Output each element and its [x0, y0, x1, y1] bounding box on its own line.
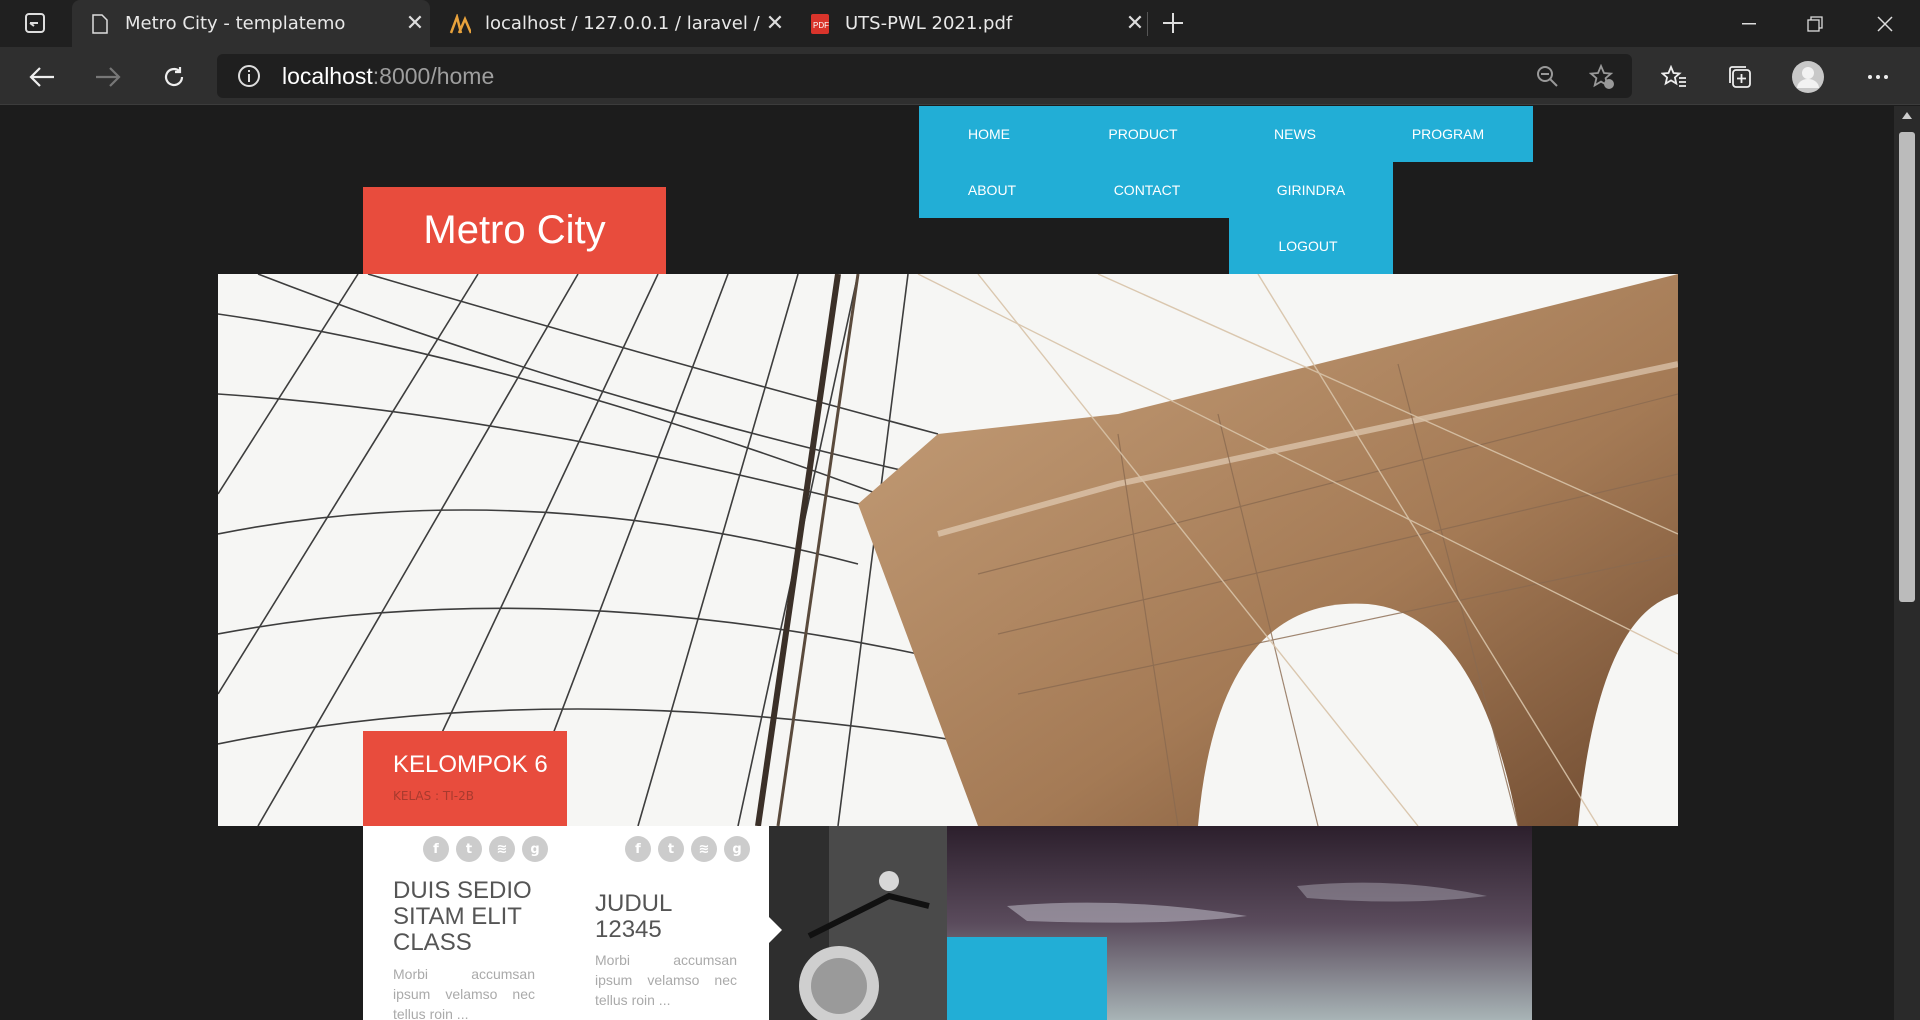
menu-girindra[interactable]: GIRINDRA: [1231, 162, 1391, 218]
scroll-up-arrow[interactable]: [1902, 112, 1912, 119]
close-window-button[interactable]: [1852, 0, 1918, 47]
tab-phpmyadmin[interactable]: localhost / 127.0.0.1 / laravel / us ✕: [432, 0, 790, 47]
menu-home[interactable]: HOME: [909, 106, 1069, 162]
reload-button[interactable]: [154, 57, 194, 97]
browser-toolbar: localhost:8000/home: [0, 47, 1920, 105]
page-icon: [89, 13, 111, 35]
web-page: HOME PRODUCT NEWS PROGRAM ABOUT CONTACT …: [0, 106, 1894, 1020]
blue-tile[interactable]: [947, 937, 1107, 1020]
menu-about[interactable]: ABOUT: [912, 162, 1072, 218]
forward-button[interactable]: [88, 57, 128, 97]
profile-avatar[interactable]: [1788, 57, 1828, 97]
twitter-icon[interactable]: t: [456, 836, 482, 862]
close-tab-icon[interactable]: ✕: [760, 11, 790, 36]
tab-title: localhost / 127.0.0.1 / laravel / us: [485, 13, 760, 34]
phpmyadmin-icon: [449, 13, 471, 35]
tab-pdf[interactable]: PDF UTS-PWL 2021.pdf ✕: [792, 0, 1150, 47]
svg-text:PDF: PDF: [813, 21, 829, 30]
pdf-icon: PDF: [809, 13, 831, 35]
rss-icon[interactable]: ≋: [489, 836, 515, 862]
favorites-icon[interactable]: [1654, 57, 1694, 97]
tab-title: Metro City - templatemo: [125, 13, 346, 34]
card-title[interactable]: JUDUL 12345: [595, 891, 715, 943]
article-card: f t ≋ g JUDUL 12345 Morbi accumsan ipsum…: [566, 826, 769, 1020]
url-host: localhost: [282, 63, 373, 89]
site-logo[interactable]: Metro City: [363, 187, 666, 274]
browser-tab-strip: Metro City - templatemo ✕ localhost / 12…: [0, 0, 1920, 47]
menu-logout[interactable]: LOGOUT: [1228, 218, 1388, 274]
scrollbar-thumb[interactable]: [1899, 132, 1915, 602]
hero-caption: KELOMPOK 6 KELAS : TI-2B: [363, 731, 567, 826]
tab-title: UTS-PWL 2021.pdf: [845, 13, 1013, 34]
address-bar[interactable]: localhost:8000/home: [217, 54, 1632, 98]
vertical-scrollbar[interactable]: [1894, 106, 1920, 1020]
tab-metro-city[interactable]: Metro City - templatemo ✕: [72, 0, 430, 47]
collections-icon[interactable]: [1720, 57, 1760, 97]
google-plus-icon[interactable]: g: [522, 836, 548, 862]
menu-program[interactable]: PROGRAM: [1368, 106, 1528, 162]
twitter-icon[interactable]: t: [658, 836, 684, 862]
scooter-image: [769, 826, 947, 1020]
zoom-out-icon[interactable]: [1535, 64, 1559, 92]
close-tab-icon[interactable]: ✕: [1120, 11, 1150, 36]
caption-subtitle: KELAS : TI-2B: [393, 789, 474, 803]
restore-button[interactable]: [1782, 0, 1848, 47]
card-text: Morbi accumsan ipsum velamso nec tellus …: [393, 966, 535, 1020]
back-button[interactable]: [22, 57, 62, 97]
menu-contact[interactable]: CONTACT: [1067, 162, 1227, 218]
add-favorite-icon[interactable]: [1588, 63, 1615, 94]
card-title[interactable]: DUIS SEDIO SITAM ELIT CLASS: [393, 878, 543, 956]
tab-actions-icon[interactable]: [15, 3, 55, 43]
close-tab-icon[interactable]: ✕: [400, 11, 430, 36]
card-text: Morbi accumsan ipsum velamso nec tellus …: [595, 952, 737, 1008]
info-icon[interactable]: [237, 64, 261, 92]
social-links: f t ≋ g: [625, 836, 750, 862]
article-card: f t ≋ g DUIS SEDIO SITAM ELIT CLASS Morb…: [363, 826, 566, 1020]
rss-icon[interactable]: ≋: [691, 836, 717, 862]
google-plus-icon[interactable]: g: [724, 836, 750, 862]
url-path: :8000/home: [372, 63, 495, 89]
menu-product[interactable]: PRODUCT: [1063, 106, 1223, 162]
url-text[interactable]: localhost:8000/home: [282, 63, 494, 90]
minimize-button[interactable]: [1716, 0, 1782, 47]
social-links: f t ≋ g: [423, 836, 548, 862]
facebook-icon[interactable]: f: [625, 836, 651, 862]
tab-separator: [1147, 12, 1148, 36]
new-tab-button[interactable]: [1153, 3, 1193, 43]
card-arrow: [769, 916, 782, 944]
menu-news[interactable]: NEWS: [1215, 106, 1375, 162]
caption-title: KELOMPOK 6: [393, 751, 548, 778]
more-menu-icon[interactable]: [1858, 57, 1898, 97]
facebook-icon[interactable]: f: [423, 836, 449, 862]
